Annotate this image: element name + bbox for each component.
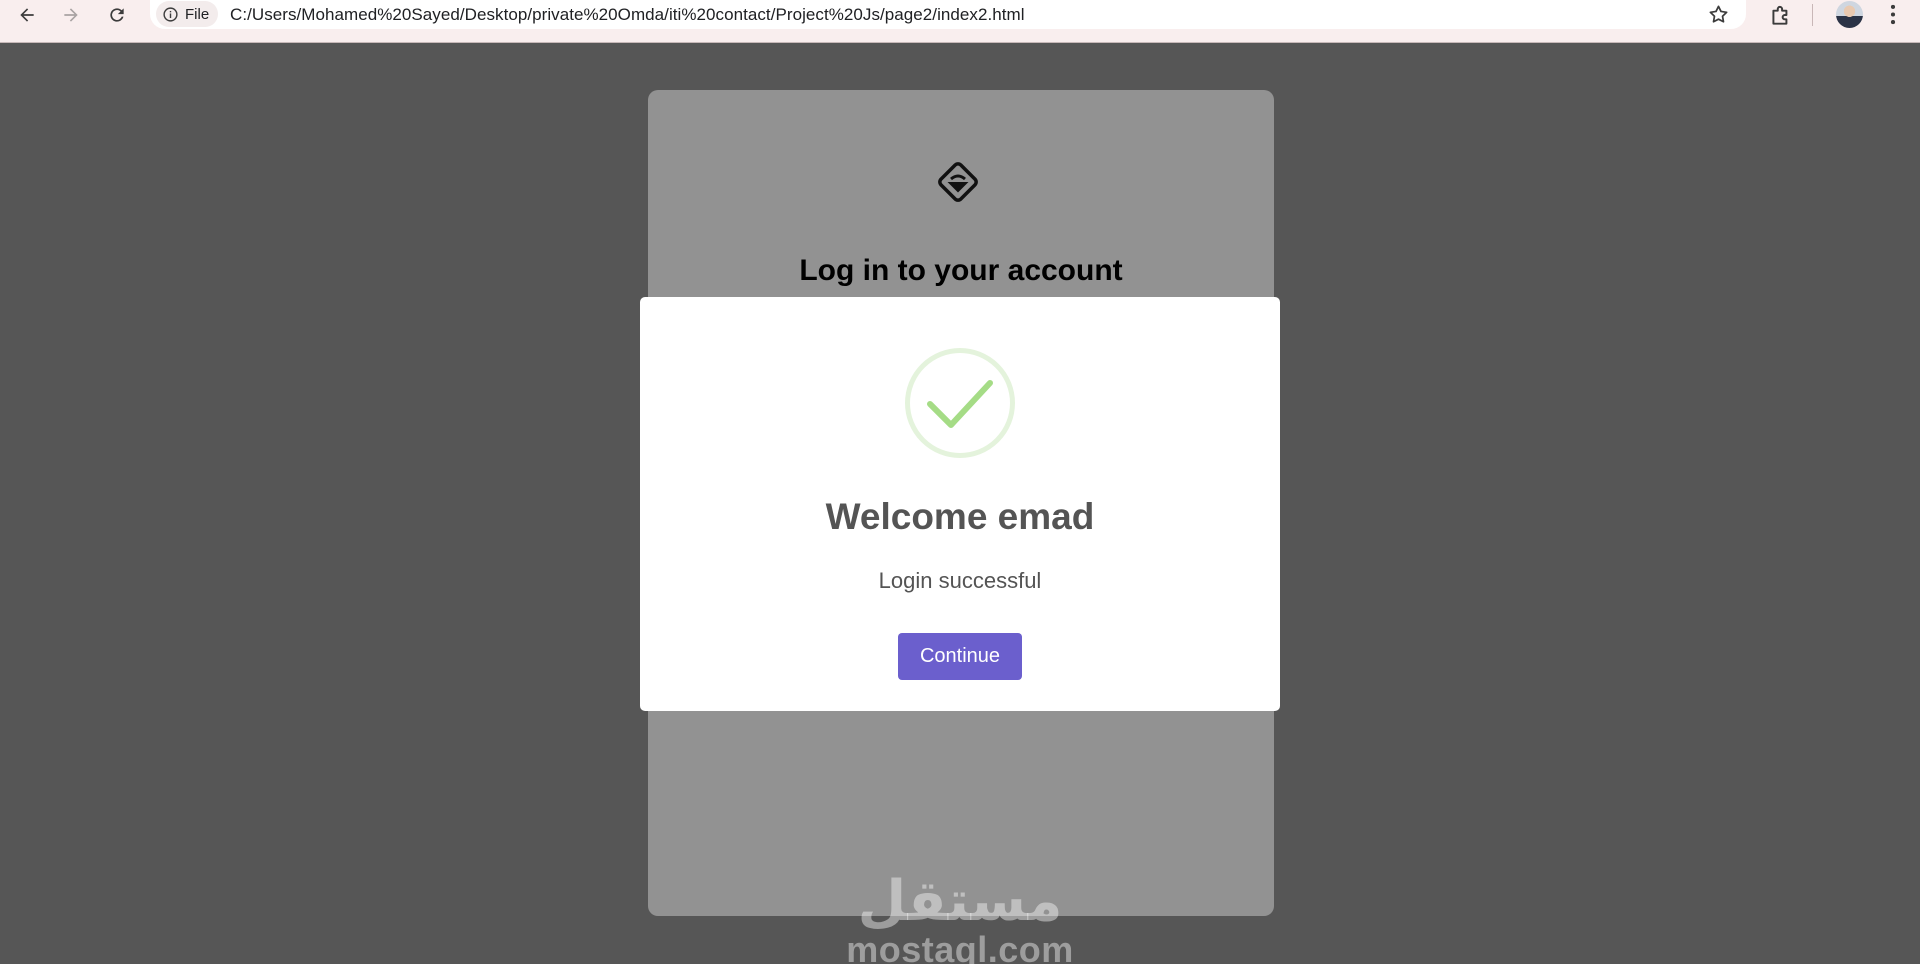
star-icon[interactable] [1707,3,1730,26]
dialog-message: Login successful [878,568,1042,593]
arrow-right-icon [64,7,78,22]
dialog-title: Welcome emad [825,496,1095,537]
success-dialog: Welcome emad Login successful Continue [640,297,1280,711]
site-info-chip[interactable]: File [156,1,219,27]
browser-toolbar: File C:/Users/Mohamed%20Sayed/Desktop/pr… [0,0,1920,43]
toolbar-divider [1812,4,1813,26]
info-icon [163,6,178,22]
success-check-icon [905,348,1015,458]
avatar[interactable] [1836,1,1863,28]
puzzle-icon[interactable] [1768,2,1794,28]
back-button[interactable] [8,0,46,29]
forward-button[interactable] [52,0,90,29]
site-info-label: File [185,5,210,23]
reload-button[interactable] [98,0,136,29]
page-content: Log in to your account Welcome emad Logi… [0,43,1920,964]
arrow-left-icon [20,7,34,22]
kebab-menu-icon[interactable] [1880,1,1906,28]
address-bar[interactable]: File C:/Users/Mohamed%20Sayed/Desktop/pr… [150,0,1746,29]
url-text[interactable]: C:/Users/Mohamed%20Sayed/Desktop/private… [230,5,1025,25]
continue-button[interactable]: Continue [898,633,1022,680]
reload-icon [110,7,124,22]
